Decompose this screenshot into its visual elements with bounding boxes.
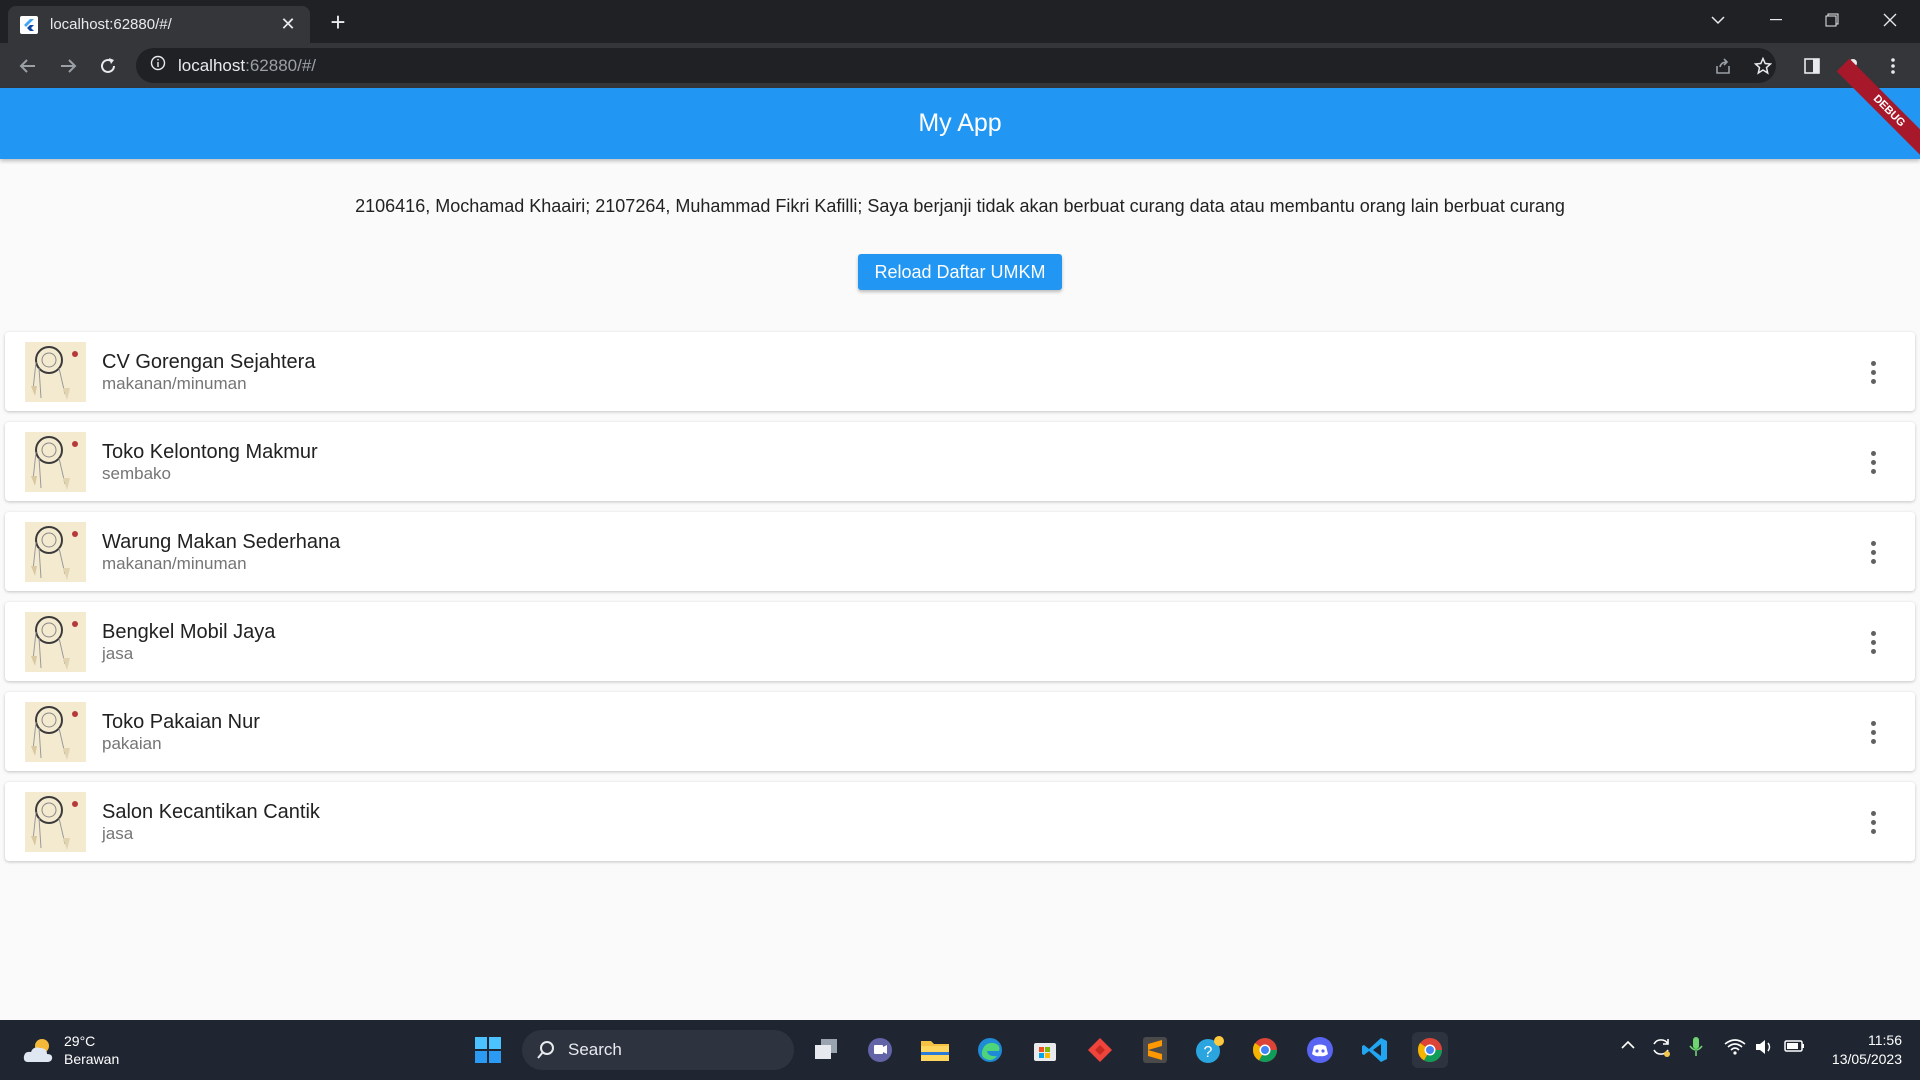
dreamcatcher-thumbnail bbox=[25, 701, 86, 762]
more-options-icon[interactable] bbox=[1861, 624, 1885, 660]
more-options-icon[interactable] bbox=[1861, 444, 1885, 480]
clock[interactable]: 11:56 13/05/2023 bbox=[1832, 1031, 1902, 1069]
weather-condition: Berawan bbox=[64, 1051, 120, 1067]
more-options-icon[interactable] bbox=[1861, 804, 1885, 840]
umkm-type: jasa bbox=[102, 643, 134, 663]
close-window-icon[interactable] bbox=[1862, 0, 1918, 40]
clock-date: 13/05/2023 bbox=[1831, 1051, 1902, 1067]
close-tab-icon[interactable]: ✕ bbox=[278, 14, 298, 35]
list-item[interactable]: CV Gorengan Sejahtera makanan/minuman bbox=[5, 332, 1915, 411]
dreamcatcher-thumbnail bbox=[25, 791, 86, 852]
bookmark-star-icon[interactable] bbox=[1743, 43, 1783, 88]
share-icon[interactable] bbox=[1703, 43, 1743, 88]
app-bar: My App bbox=[0, 88, 1920, 159]
search-label: Search bbox=[568, 1040, 622, 1059]
browser-menu-icon[interactable] bbox=[1873, 43, 1913, 88]
umkm-list: CV Gorengan Sejahtera makanan/minuman To… bbox=[5, 332, 1915, 872]
umkm-name: Toko Pakaian Nur bbox=[102, 710, 260, 733]
list-item[interactable]: Toko Kelontong Makmur sembako bbox=[5, 422, 1915, 501]
browser-toolbar: localhost:62880/#/ bbox=[0, 43, 1920, 88]
vscode-icon[interactable] bbox=[1357, 1032, 1393, 1068]
browser-tab-strip: localhost:62880/#/ ✕ + bbox=[0, 0, 1920, 43]
wifi-icon[interactable] bbox=[1724, 1038, 1746, 1061]
site-info-icon[interactable] bbox=[150, 55, 166, 76]
umkm-type: makanan/minuman bbox=[102, 373, 247, 393]
sublime-text-icon[interactable] bbox=[1137, 1032, 1173, 1068]
umkm-type: pakaian bbox=[102, 733, 162, 753]
umkm-name: Bengkel Mobil Jaya bbox=[102, 620, 276, 643]
dreamcatcher-thumbnail bbox=[25, 341, 86, 402]
cloud-sun-icon bbox=[23, 1039, 53, 1062]
umkm-name: Salon Kecantikan Cantik bbox=[102, 800, 320, 823]
umkm-name: Toko Kelontong Makmur bbox=[102, 440, 318, 463]
discord-icon[interactable] bbox=[1302, 1032, 1338, 1068]
app-title: My App bbox=[918, 109, 1002, 137]
microsoft-store-icon[interactable] bbox=[1027, 1032, 1063, 1068]
address-bar[interactable]: localhost:62880/#/ bbox=[136, 48, 1776, 83]
dreamcatcher-thumbnail bbox=[25, 521, 86, 582]
more-options-icon[interactable] bbox=[1861, 714, 1885, 750]
teams-chat-icon[interactable] bbox=[862, 1032, 898, 1068]
edge-icon[interactable] bbox=[972, 1032, 1008, 1068]
chrome-icon[interactable] bbox=[1412, 1032, 1448, 1068]
search-icon bbox=[537, 1041, 554, 1059]
file-explorer-icon[interactable] bbox=[917, 1032, 953, 1068]
tab-search-icon[interactable] bbox=[1690, 0, 1746, 40]
umkm-type: sembako bbox=[102, 463, 171, 483]
microphone-icon[interactable] bbox=[1688, 1036, 1704, 1063]
battery-icon[interactable] bbox=[1784, 1038, 1806, 1059]
anydesk-icon[interactable] bbox=[1082, 1032, 1118, 1068]
umkm-name: Warung Makan Sederhana bbox=[102, 530, 341, 553]
app-viewport: My App DEBUG 2106416, Mochamad Khaairi; … bbox=[0, 58, 1920, 1020]
windows-taskbar: 29°C Berawan Search ? 11:56 13/05/2023 bbox=[0, 1020, 1920, 1080]
url-host: localhost bbox=[178, 55, 246, 75]
minimize-icon[interactable] bbox=[1748, 0, 1804, 40]
dreamcatcher-thumbnail bbox=[25, 611, 86, 672]
restore-icon[interactable] bbox=[1804, 0, 1860, 40]
list-item[interactable]: Salon Kecantikan Cantik jasa bbox=[5, 782, 1915, 861]
list-item[interactable]: Toko Pakaian Nur pakaian bbox=[5, 692, 1915, 771]
show-hidden-icons-icon[interactable] bbox=[1620, 1038, 1636, 1056]
list-item[interactable]: Warung Makan Sederhana makanan/minuman bbox=[5, 512, 1915, 591]
task-view-icon[interactable] bbox=[808, 1032, 844, 1068]
side-panel-icon[interactable] bbox=[1792, 43, 1832, 88]
browser-tab[interactable]: localhost:62880/#/ ✕ bbox=[8, 6, 310, 43]
sync-icon[interactable] bbox=[1650, 1036, 1672, 1063]
clock-time: 11:56 bbox=[1868, 1032, 1902, 1048]
dreamcatcher-thumbnail bbox=[25, 431, 86, 492]
list-item[interactable]: Bengkel Mobil Jaya jasa bbox=[5, 602, 1915, 681]
taskbar-search[interactable]: Search bbox=[522, 1030, 794, 1070]
weather-widget[interactable]: 29°C Berawan bbox=[22, 1032, 119, 1068]
umkm-type: makanan/minuman bbox=[102, 553, 247, 573]
umkm-name: CV Gorengan Sejahtera bbox=[102, 350, 316, 373]
umkm-type: jasa bbox=[102, 823, 134, 843]
help-icon[interactable]: ? bbox=[1192, 1032, 1228, 1068]
svg-text:?: ? bbox=[1204, 1044, 1213, 1061]
volume-icon[interactable] bbox=[1754, 1038, 1774, 1061]
tab-title: localhost:62880/#/ bbox=[50, 16, 172, 33]
reload-umkm-button[interactable]: Reload Daftar UMKM bbox=[858, 254, 1062, 290]
new-tab-button[interactable]: + bbox=[324, 9, 352, 37]
start-icon[interactable] bbox=[470, 1032, 506, 1068]
back-icon[interactable] bbox=[8, 46, 48, 86]
more-options-icon[interactable] bbox=[1861, 354, 1885, 390]
forward-icon[interactable] bbox=[48, 46, 88, 86]
url-path: :62880/#/ bbox=[245, 55, 317, 75]
weather-temperature: 29°C bbox=[64, 1033, 96, 1049]
chrome-profile-icon[interactable] bbox=[1247, 1032, 1283, 1068]
flutter-favicon-icon bbox=[20, 15, 38, 34]
more-options-icon[interactable] bbox=[1861, 534, 1885, 570]
declaration-text: 2106416, Mochamad Khaairi; 2107264, Muha… bbox=[355, 196, 1565, 216]
reload-page-icon[interactable] bbox=[88, 46, 128, 86]
